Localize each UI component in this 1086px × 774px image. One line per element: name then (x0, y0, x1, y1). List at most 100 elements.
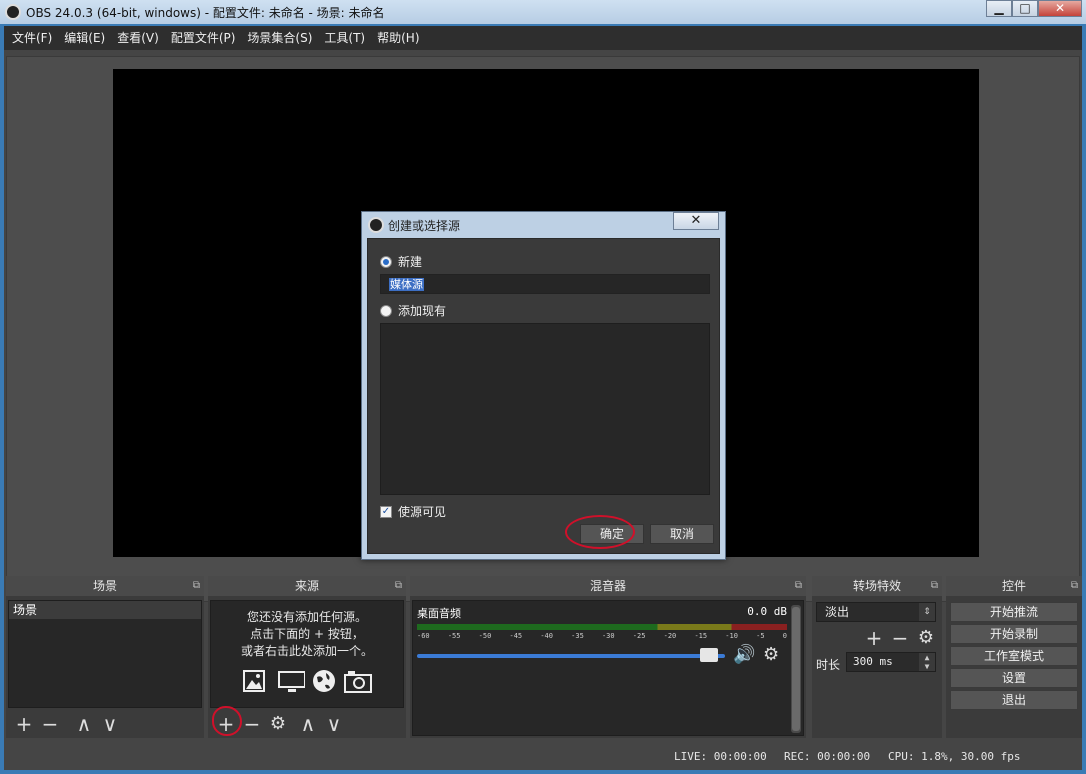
transitions-dock-title: 转场特效 (852, 579, 901, 593)
volume-meter (417, 624, 787, 630)
float-icon[interactable]: ⧉ (193, 576, 200, 596)
cancel-button[interactable]: 取消 (650, 524, 714, 544)
start-recording-button[interactable]: 开始录制 (950, 624, 1078, 644)
duration-spinbox[interactable]: 300 ms ▲ ▼ (846, 652, 936, 672)
volume-slider[interactable] (417, 654, 725, 658)
tick-label: -40 (540, 632, 553, 640)
image-icon (243, 670, 265, 692)
float-icon[interactable]: ⧉ (395, 576, 402, 596)
source-name-value: 媒体源 (389, 278, 424, 291)
spin-arrows-icon[interactable]: ▲ ▼ (919, 653, 935, 671)
chevron-updown-icon: ⇕ (919, 603, 935, 621)
mixer-track-header: 桌面音频 0.0 dB (417, 605, 787, 621)
mixer-dock-header: 混音器 ⧉ (410, 576, 806, 596)
duration-value: 300 ms (853, 655, 893, 668)
menu-view[interactable]: 查看(V) (111, 26, 165, 50)
scrollbar-thumb[interactable] (792, 607, 800, 731)
globe-icon (313, 670, 335, 692)
transition-toolbar: + − ⚙ (862, 626, 938, 650)
live-status: LIVE: 00:00:00 (674, 750, 767, 763)
sources-list[interactable]: 您还没有添加任何源。 点击下面的 + 按钮， 或者右击此处添加一个。 (210, 600, 404, 708)
gear-icon[interactable]: ⚙ (763, 644, 779, 665)
duration-label: 时长 (816, 658, 841, 672)
hint-line: 您还没有添加任何源。 (246, 610, 367, 624)
close-button[interactable]: ✕ (1038, 0, 1082, 17)
exit-button[interactable]: 退出 (950, 690, 1078, 710)
tick-label: -25 (632, 632, 646, 640)
gear-icon[interactable]: ⚙ (914, 626, 938, 650)
make-visible-option[interactable]: ✓ 使源可见 (380, 503, 446, 520)
menu-scene-collection[interactable]: 场景集合(S) (241, 26, 318, 50)
move-down-icon[interactable]: ∨ (98, 712, 122, 736)
controls-dock-header: 控件 ⧉ (946, 576, 1082, 596)
remove-scene-icon[interactable]: − (38, 712, 62, 736)
window-titlebar: OBS 24.0.3 (64-bit, windows) - 配置文件: 未命名… (0, 0, 1086, 24)
mixer-scrollbar[interactable] (791, 605, 801, 733)
menu-file[interactable]: 文件(F) (6, 26, 58, 50)
add-existing-radio[interactable] (380, 304, 392, 317)
volume-row: 🔊 ⚙ (417, 644, 787, 666)
speaker-icon[interactable]: 🔊 (733, 644, 755, 665)
add-scene-icon[interactable]: + (12, 712, 36, 736)
sources-dock-title: 来源 (294, 579, 319, 593)
scenes-dock-header: 场景 ⧉ (6, 576, 204, 596)
transitions-dock-header: 转场特效 ⧉ (812, 576, 942, 596)
settings-button[interactable]: 设置 (950, 668, 1078, 688)
mixer-dock-title: 混音器 (589, 579, 626, 593)
hint-line: 点击下面的 + 按钮， (250, 627, 364, 641)
make-visible-checkbox[interactable]: ✓ (380, 505, 392, 518)
annotation-circle-add (212, 706, 242, 736)
tick-label: -50 (478, 632, 492, 640)
add-existing-option[interactable]: 添加现有 (380, 302, 446, 319)
sources-dock-header: 来源 ⧉ (208, 576, 406, 596)
list-item[interactable]: 场景 (9, 601, 201, 619)
float-icon[interactable]: ⧉ (795, 576, 802, 596)
source-name-input[interactable]: 媒体源 (380, 274, 710, 294)
window-title: OBS 24.0.3 (64-bit, windows) - 配置文件: 未命名… (26, 6, 385, 20)
tick-label: -60 (417, 632, 430, 640)
gear-icon[interactable]: ⚙ (266, 712, 290, 736)
move-up-icon[interactable]: ∧ (296, 712, 320, 736)
remove-transition-icon[interactable]: − (888, 626, 912, 650)
dialog-title: 创建或选择源 (388, 219, 461, 233)
move-up-icon[interactable]: ∧ (72, 712, 96, 736)
dialog-close-button[interactable]: ✕ (673, 212, 719, 230)
create-new-option[interactable]: 新建 (380, 253, 422, 270)
remove-source-icon[interactable]: − (240, 712, 264, 736)
status-bar: LIVE: 00:00:00 REC: 00:00:00 CPU: 1.8%, … (4, 744, 1082, 768)
float-icon[interactable]: ⧉ (931, 576, 938, 596)
hint-line: 或者右击此处添加一个。 (240, 644, 373, 658)
menu-edit[interactable]: 编辑(E) (58, 26, 111, 50)
tick-label: -10 (725, 632, 738, 640)
studio-mode-button[interactable]: 工作室模式 (950, 646, 1078, 666)
menu-profile[interactable]: 配置文件(P) (165, 26, 242, 50)
float-icon[interactable]: ⧉ (1071, 576, 1078, 596)
scenes-list[interactable]: 场景 (8, 600, 202, 708)
minimize-button[interactable]: ▁ (986, 0, 1012, 17)
display-icon (278, 671, 305, 692)
create-select-source-dialog: 创建或选择源 ✕ 新建 媒体源 添加现有 ✓ 使源可见 确定 取消 (361, 211, 726, 560)
scenes-dock-title: 场景 (92, 579, 117, 593)
dialog-body: 新建 媒体源 添加现有 ✓ 使源可见 确定 取消 (367, 238, 720, 554)
meter-ticks: -60 -55 -50 -45 -40 -35 -30 -25 -20 -15 … (417, 632, 787, 640)
existing-sources-list[interactable] (380, 323, 710, 495)
start-streaming-button[interactable]: 开始推流 (950, 602, 1078, 622)
move-down-icon[interactable]: ∨ (322, 712, 346, 736)
scenes-toolbar: + − ∧ ∨ (8, 710, 202, 738)
add-existing-label: 添加现有 (398, 304, 447, 318)
tick-label: -15 (694, 632, 708, 640)
tick-label: -45 (509, 632, 523, 640)
volume-slider-handle[interactable] (700, 648, 718, 662)
create-new-radio[interactable] (380, 255, 392, 268)
transition-select[interactable]: 淡出 ⇕ (816, 602, 936, 622)
obs-logo-icon (368, 217, 384, 233)
maximize-button[interactable]: □ (1012, 0, 1038, 17)
mixer-panel: 桌面音频 0.0 dB -60 -55 -50 -45 -40 -35 -30 … (412, 600, 804, 736)
menu-help[interactable]: 帮助(H) (371, 26, 425, 50)
tick-label: -20 (663, 632, 677, 640)
controls-dock: 控件 ⧉ 开始推流 开始录制 工作室模式 设置 退出 (946, 576, 1082, 738)
obs-logo-icon (5, 4, 21, 20)
add-transition-icon[interactable]: + (862, 626, 886, 650)
make-visible-label: 使源可见 (398, 505, 447, 519)
menu-tools[interactable]: 工具(T) (318, 26, 371, 50)
